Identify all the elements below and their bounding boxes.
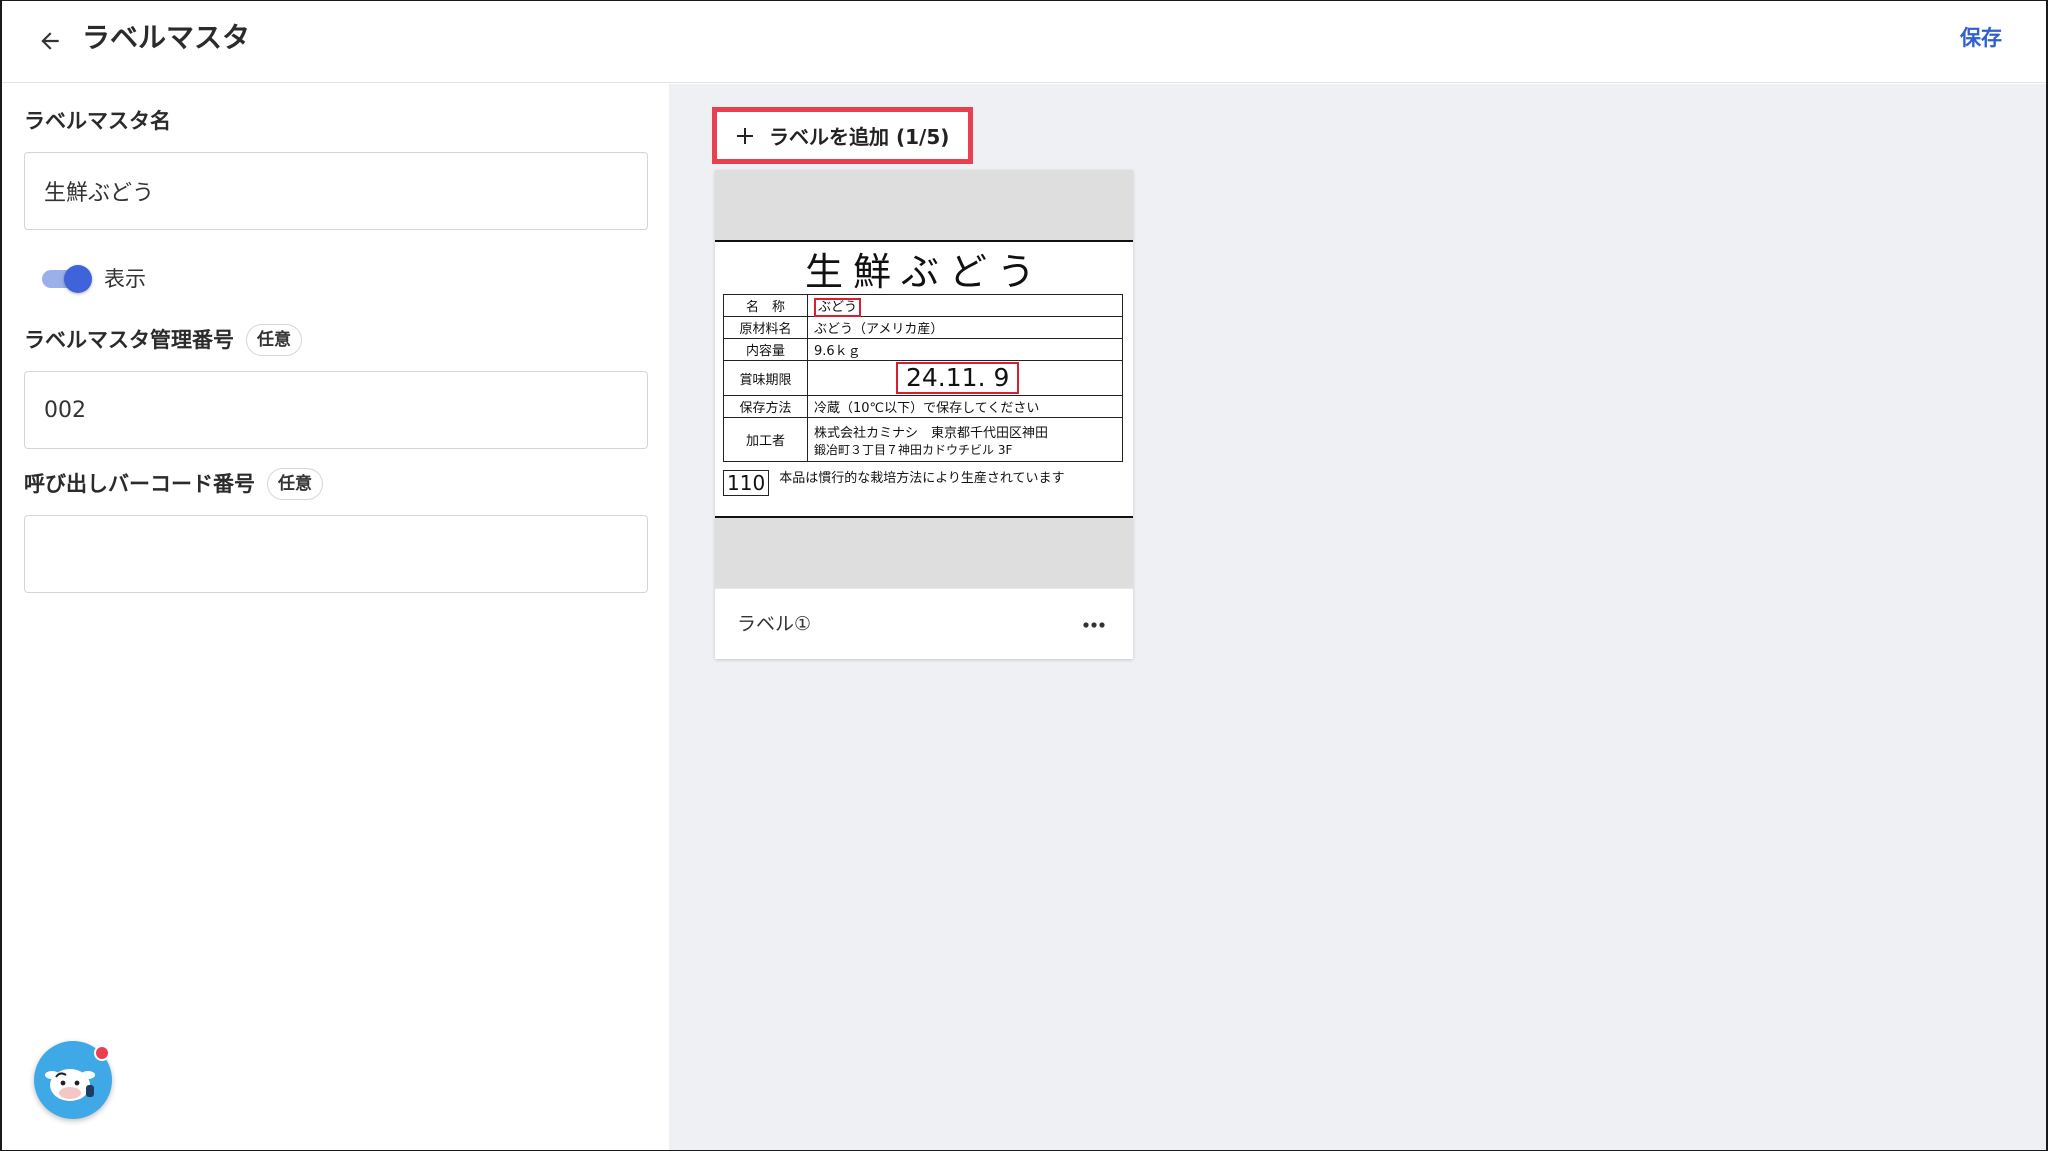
label-product-name: 生鮮ぶどう xyxy=(804,250,1045,294)
label-preview-area: 生鮮ぶどう 名 称 ぶどう 原材料名 ぶどう（アメリカ産） 内容量 9.6ｋｇ xyxy=(715,170,1133,588)
barcode-number-text: 呼び出しバーコード番号 xyxy=(24,472,255,496)
table-cell: 賞味期限 xyxy=(723,360,808,396)
expiry-date-value: 24.11. 9 xyxy=(896,362,1020,394)
label-master-name-input[interactable] xyxy=(24,152,648,230)
back-button[interactable] xyxy=(30,21,70,61)
label-info-table: 名 称 ぶどう 原材料名 ぶどう（アメリカ産） 内容量 9.6ｋｇ 賞味期限 2… xyxy=(723,294,1123,462)
processor-line-1: 株式会社カミナシ 東京都千代田区神田 xyxy=(814,425,1049,441)
more-horizontal-icon xyxy=(1083,622,1105,628)
table-row: 名 称 ぶどう xyxy=(723,294,1123,317)
save-button[interactable]: 保存 xyxy=(1960,21,2002,55)
table-cell: 冷蔵（10℃以下）で保存してください xyxy=(807,395,1123,418)
label-master-name-text: ラベルマスタ名 xyxy=(24,109,171,133)
table-cell: 内容量 xyxy=(723,338,808,361)
barcode-number-label: 呼び出しバーコード番号 任意 xyxy=(24,468,323,500)
more-options-button[interactable] xyxy=(1079,611,1109,639)
table-row: 内容量 9.6ｋｇ xyxy=(723,338,1123,361)
highlighted-value: ぶどう xyxy=(814,298,862,317)
table-row: 原材料名 ぶどう（アメリカ産） xyxy=(723,316,1123,339)
top-bar: ラベルマスタ 保存 xyxy=(2,1,2046,83)
table-cell: 24.11. 9 xyxy=(807,360,1123,396)
labels-panel: ラベルを追加 (1/5) 生鮮ぶどう 名 称 ぶどう 原材料名 ぶどう（アメリカ… xyxy=(669,84,2046,1150)
table-cell: 原材料名 xyxy=(723,316,808,339)
table-cell: 名 称 xyxy=(723,294,808,317)
table-cell: 株式会社カミナシ 東京都千代田区神田 鍛冶町３丁目７神田カドウチビル 3F xyxy=(807,417,1123,462)
add-label-text: ラベルを追加 (1/5) xyxy=(769,125,950,149)
table-cell: 9.6ｋｇ xyxy=(807,338,1123,361)
table-row: 賞味期限 24.11. 9 xyxy=(723,360,1123,396)
table-row: 加工者 株式会社カミナシ 東京都千代田区神田 鍛冶町３丁目７神田カドウチビル 3… xyxy=(723,417,1123,462)
management-number-text: ラベルマスタ管理番号 xyxy=(24,328,234,352)
toggle-knob xyxy=(64,265,92,293)
table-cell: ぶどう（アメリカ産） xyxy=(807,316,1123,339)
label-preview-image: 生鮮ぶどう 名 称 ぶどう 原材料名 ぶどう（アメリカ産） 内容量 9.6ｋｇ xyxy=(715,240,1133,518)
label-master-name-label: ラベルマスタ名 xyxy=(24,106,171,136)
app-window: ラベルマスタ 保存 ラベルマスタ名 表示 ラベルマスタ管理番号 任意 呼び出しバ… xyxy=(2,1,2046,1150)
label-footer: 110 本品は慣行的な栽培方法により生産されています xyxy=(723,470,1123,496)
optional-badge: 任意 xyxy=(246,324,302,356)
arrow-left-icon xyxy=(41,32,59,50)
label-card-footer: ラベル① xyxy=(715,588,1133,659)
table-cell: 加工者 xyxy=(723,417,808,462)
label-code: 110 xyxy=(723,470,770,496)
table-row: 保存方法 冷蔵（10℃以下）で保存してください xyxy=(723,395,1123,418)
chat-support-button[interactable] xyxy=(34,1041,112,1119)
management-number-label: ラベルマスタ管理番号 任意 xyxy=(24,324,302,356)
display-toggle-label: 表示 xyxy=(104,267,146,291)
table-cell: 保存方法 xyxy=(723,395,808,418)
display-toggle-row: 表示 xyxy=(40,260,146,296)
processor-line-2: 鍛冶町３丁目７神田カドウチビル 3F xyxy=(814,442,1013,457)
page-title: ラベルマスタ xyxy=(82,21,251,54)
form-panel: ラベルマスタ名 表示 ラベルマスタ管理番号 任意 呼び出しバーコード番号 任意 xyxy=(2,84,669,1150)
barcode-number-input[interactable] xyxy=(24,515,648,593)
table-cell: ぶどう xyxy=(807,294,1123,317)
add-label-button[interactable]: ラベルを追加 (1/5) xyxy=(712,107,973,164)
label-card[interactable]: 生鮮ぶどう 名 称 ぶどう 原材料名 ぶどう（アメリカ産） 内容量 9.6ｋｇ xyxy=(715,170,1133,659)
label-note: 本品は慣行的な栽培方法により生産されています xyxy=(779,471,1065,486)
display-toggle[interactable] xyxy=(40,263,94,293)
optional-badge: 任意 xyxy=(267,468,323,500)
management-number-input[interactable] xyxy=(24,371,648,449)
notification-badge xyxy=(94,1045,110,1061)
label-card-name: ラベル① xyxy=(737,613,812,635)
plus-icon xyxy=(737,127,753,144)
